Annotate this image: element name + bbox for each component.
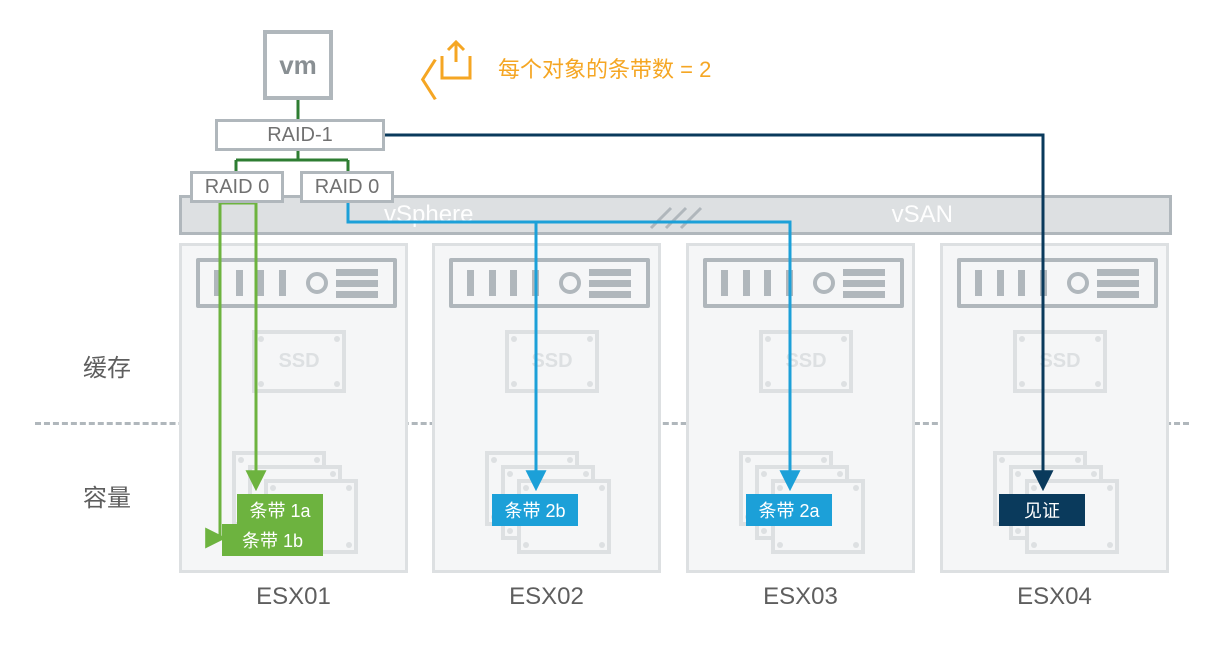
ssd-cache-icon: SSD bbox=[759, 330, 853, 393]
cache-row-label: 缓存 bbox=[83, 348, 131, 383]
vsan-label: vSAN bbox=[676, 198, 1170, 232]
host-label: ESX02 bbox=[432, 583, 661, 611]
cluster-divider-icon bbox=[646, 198, 706, 238]
server-icon bbox=[196, 258, 397, 308]
ssd-cache-icon: SSD bbox=[1013, 330, 1107, 393]
stripe-1a-badge: 条带 1a bbox=[237, 494, 323, 526]
server-icon bbox=[703, 258, 904, 308]
witness-badge: 见证 bbox=[999, 494, 1085, 526]
ssd-cache-icon: SSD bbox=[252, 330, 346, 393]
server-icon bbox=[449, 258, 650, 308]
ssd-cache-icon: SSD bbox=[505, 330, 599, 393]
capacity-row-label: 容量 bbox=[83, 478, 131, 513]
raid-1-box: RAID-1 bbox=[215, 119, 385, 151]
stripe-1b-badge: 条带 1b bbox=[222, 524, 323, 556]
host-label: ESX01 bbox=[179, 583, 408, 611]
server-icon bbox=[957, 258, 1158, 308]
stripe-2b-badge: 条带 2b bbox=[492, 494, 578, 526]
stripe-2a-badge: 条带 2a bbox=[746, 494, 832, 526]
vsphere-label: vSphere bbox=[182, 198, 676, 232]
vm-box: vm bbox=[263, 30, 333, 100]
policy-icon bbox=[432, 38, 480, 91]
raid-0-right-box: RAID 0 bbox=[300, 171, 394, 203]
host-label: ESX03 bbox=[686, 583, 915, 611]
stripe-policy-text: 每个对象的条带数 = 2 bbox=[498, 52, 711, 84]
host-label: ESX04 bbox=[940, 583, 1169, 611]
raid-0-left-box: RAID 0 bbox=[190, 171, 284, 203]
